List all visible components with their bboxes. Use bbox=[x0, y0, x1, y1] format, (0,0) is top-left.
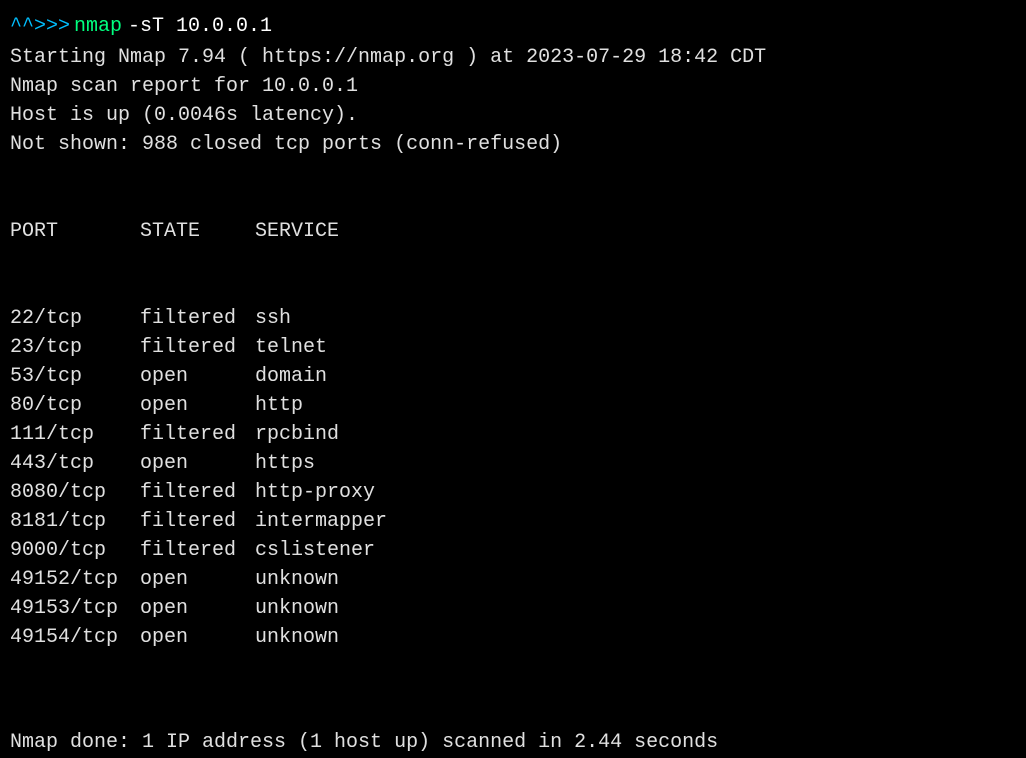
cell-service-10: unknown bbox=[255, 594, 339, 623]
table-row: 8080/tcpfilteredhttp-proxy bbox=[10, 478, 1016, 507]
cell-service-7: intermapper bbox=[255, 507, 387, 536]
prompt-line: ^^>>> nmap -sT 10.0.0.1 bbox=[10, 12, 1016, 41]
prompt-symbol: ^^>>> bbox=[10, 12, 70, 41]
cell-port-2: 53/tcp bbox=[10, 362, 140, 391]
table-row: 23/tcpfilteredtelnet bbox=[10, 333, 1016, 362]
output-line-0: Starting Nmap 7.94 ( https://nmap.org ) … bbox=[10, 43, 1016, 72]
terminal: ^^>>> nmap -sT 10.0.0.1 Starting Nmap 7.… bbox=[10, 12, 1016, 746]
cell-service-3: http bbox=[255, 391, 303, 420]
cell-service-8: cslistener bbox=[255, 536, 375, 565]
col-header-port: PORT bbox=[10, 217, 140, 246]
cell-state-9: open bbox=[140, 565, 255, 594]
cell-service-9: unknown bbox=[255, 565, 339, 594]
table-row: 49152/tcpopenunknown bbox=[10, 565, 1016, 594]
table-row: 443/tcpopenhttps bbox=[10, 449, 1016, 478]
cell-state-8: filtered bbox=[140, 536, 255, 565]
table-row: 111/tcpfilteredrpcbind bbox=[10, 420, 1016, 449]
col-header-service: SERVICE bbox=[255, 217, 339, 246]
cell-service-1: telnet bbox=[255, 333, 327, 362]
cell-service-4: rpcbind bbox=[255, 420, 339, 449]
cell-port-6: 8080/tcp bbox=[10, 478, 140, 507]
cell-state-1: filtered bbox=[140, 333, 255, 362]
port-table: PORT STATE SERVICE 22/tcpfilteredssh23/t… bbox=[10, 159, 1016, 710]
cell-service-6: http-proxy bbox=[255, 478, 375, 507]
table-row: 80/tcpopenhttp bbox=[10, 391, 1016, 420]
cell-port-10: 49153/tcp bbox=[10, 594, 140, 623]
cell-state-7: filtered bbox=[140, 507, 255, 536]
cell-state-4: filtered bbox=[140, 420, 255, 449]
output-line-3: Not shown: 988 closed tcp ports (conn-re… bbox=[10, 130, 1016, 159]
cell-state-11: open bbox=[140, 623, 255, 652]
cell-state-3: open bbox=[140, 391, 255, 420]
table-header-row: PORT STATE SERVICE bbox=[10, 217, 1016, 246]
col-header-state: STATE bbox=[140, 217, 255, 246]
table-row: 53/tcpopendomain bbox=[10, 362, 1016, 391]
output-lines: Starting Nmap 7.94 ( https://nmap.org ) … bbox=[10, 43, 1016, 159]
table-row: 9000/tcpfilteredcslistener bbox=[10, 536, 1016, 565]
cell-state-6: filtered bbox=[140, 478, 255, 507]
cell-service-11: unknown bbox=[255, 623, 339, 652]
port-rows: 22/tcpfilteredssh23/tcpfilteredtelnet53/… bbox=[10, 304, 1016, 652]
cell-port-8: 9000/tcp bbox=[10, 536, 140, 565]
cell-service-2: domain bbox=[255, 362, 327, 391]
prompt-command: nmap bbox=[74, 12, 122, 41]
cell-state-5: open bbox=[140, 449, 255, 478]
cell-port-7: 8181/tcp bbox=[10, 507, 140, 536]
table-row: 49153/tcpopenunknown bbox=[10, 594, 1016, 623]
cell-port-0: 22/tcp bbox=[10, 304, 140, 333]
cell-port-4: 111/tcp bbox=[10, 420, 140, 449]
cell-service-0: ssh bbox=[255, 304, 291, 333]
cell-port-1: 23/tcp bbox=[10, 333, 140, 362]
cell-port-11: 49154/tcp bbox=[10, 623, 140, 652]
cell-port-9: 49152/tcp bbox=[10, 565, 140, 594]
output-line-2: Host is up (0.0046s latency). bbox=[10, 101, 1016, 130]
prompt-args: -sT 10.0.0.1 bbox=[128, 12, 272, 41]
cell-port-3: 80/tcp bbox=[10, 391, 140, 420]
output-line-1: Nmap scan report for 10.0.0.1 bbox=[10, 72, 1016, 101]
cell-state-10: open bbox=[140, 594, 255, 623]
table-row: 49154/tcpopenunknown bbox=[10, 623, 1016, 652]
cell-state-2: open bbox=[140, 362, 255, 391]
table-row: 8181/tcpfilteredintermapper bbox=[10, 507, 1016, 536]
table-row: 22/tcpfilteredssh bbox=[10, 304, 1016, 333]
done-line: Nmap done: 1 IP address (1 host up) scan… bbox=[10, 728, 1016, 757]
cell-port-5: 443/tcp bbox=[10, 449, 140, 478]
cell-state-0: filtered bbox=[140, 304, 255, 333]
cell-service-5: https bbox=[255, 449, 315, 478]
